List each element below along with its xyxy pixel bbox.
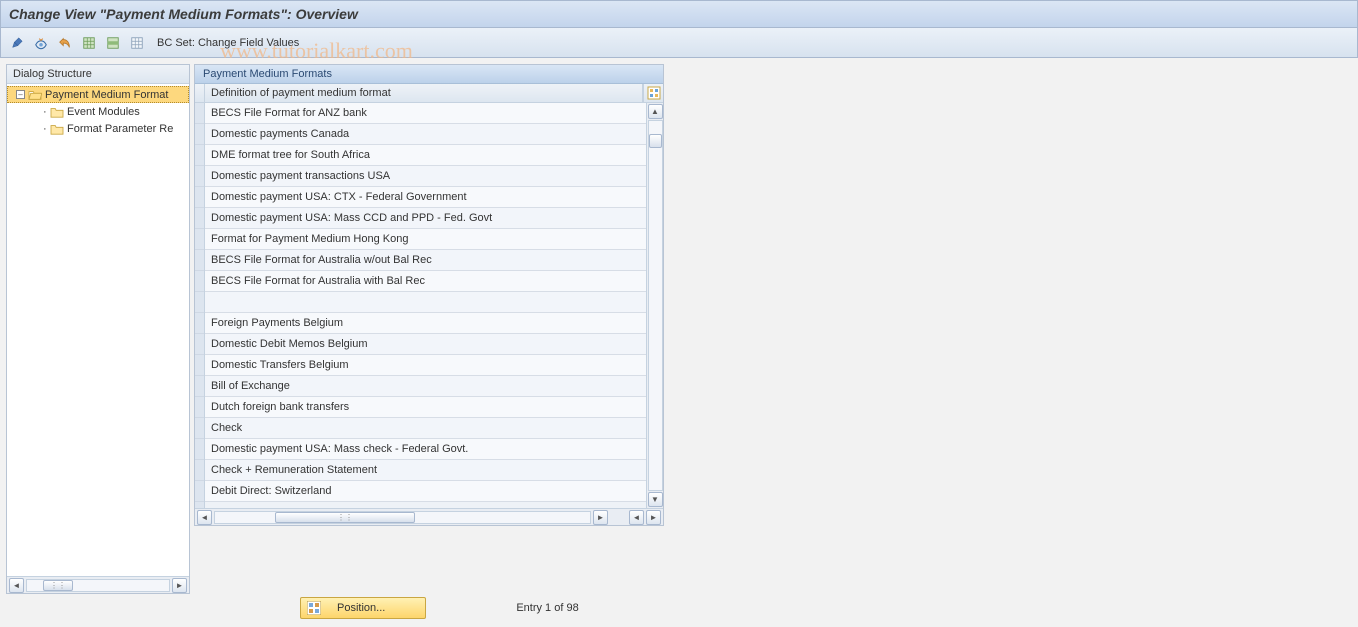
toolbar: BC Set: Change Field Values <box>0 28 1358 58</box>
open-folder-icon <box>28 89 42 101</box>
undo-button[interactable] <box>55 33 75 53</box>
row-header[interactable] <box>195 334 204 355</box>
table-horizontal-scrollbar[interactable]: ◄ ⋮⋮ ► ◄ ► <box>195 508 663 525</box>
row-header[interactable] <box>195 397 204 418</box>
scroll-thumb[interactable] <box>649 134 662 148</box>
select-all-button[interactable] <box>79 33 99 53</box>
scroll-right-icon[interactable]: ► <box>593 510 608 525</box>
table-row[interactable]: Dutch foreign bank transfers <box>205 397 646 418</box>
tree-horizontal-scrollbar[interactable]: ◄ ⋮⋮ ► <box>7 576 189 593</box>
tree-node-label: Event Modules <box>67 106 140 118</box>
scroll-track[interactable] <box>648 120 663 491</box>
folder-icon <box>50 106 64 118</box>
row-header[interactable] <box>195 187 204 208</box>
column-header-definition[interactable]: Definition of payment medium format <box>205 84 643 102</box>
table-row[interactable]: Domestic payment USA: CTX - Federal Gove… <box>205 187 646 208</box>
row-header[interactable] <box>195 124 204 145</box>
row-header[interactable] <box>195 250 204 271</box>
other-entry-button[interactable] <box>31 33 51 53</box>
row-header[interactable] <box>195 460 204 481</box>
table-row[interactable]: Check <box>205 418 646 439</box>
row-header[interactable] <box>195 271 204 292</box>
table-row[interactable]: Domestic Transfers Belgium <box>205 355 646 376</box>
position-icon <box>307 601 321 615</box>
table-settings-button[interactable] <box>643 84 663 102</box>
folder-icon <box>50 123 64 135</box>
row-header[interactable] <box>195 355 204 376</box>
scroll-right-icon[interactable]: ► <box>646 510 661 525</box>
row-header[interactable] <box>195 313 204 334</box>
footer-bar: Position... Entry 1 of 98 <box>300 597 579 619</box>
table-row[interactable]: DME format tree for South Africa <box>205 145 646 166</box>
table-row[interactable]: Domestic payment transactions USA <box>205 166 646 187</box>
titlebar: Change View "Payment Medium Formats": Ov… <box>0 0 1358 28</box>
row-header[interactable] <box>195 229 204 250</box>
row-header[interactable] <box>195 376 204 397</box>
toggle-display-change-button[interactable] <box>7 33 27 53</box>
table-vertical-scrollbar[interactable]: ▲ ▼ <box>646 103 663 508</box>
scroll-track[interactable]: ⋮⋮ <box>214 511 591 524</box>
entry-counter: Entry 1 of 98 <box>516 602 578 614</box>
scroll-track[interactable]: ⋮⋮ <box>26 579 170 592</box>
table-row[interactable]: Debit Direct: Switzerland <box>205 481 646 502</box>
tree-node-payment-medium-format[interactable]: – Payment Medium Format <box>7 86 189 103</box>
table-rows: BECS File Format for ANZ bankDomestic pa… <box>205 103 646 508</box>
select-block-button[interactable] <box>103 33 123 53</box>
tree-node-label: Payment Medium Format <box>45 89 168 101</box>
scroll-down-icon[interactable]: ▼ <box>648 492 663 507</box>
table-row[interactable]: BECS File Format for Australia with Bal … <box>205 271 646 292</box>
row-header[interactable] <box>195 292 204 313</box>
row-header[interactable] <box>195 166 204 187</box>
row-header[interactable] <box>195 439 204 460</box>
table-row[interactable]: Domestic Debit Memos Belgium <box>205 334 646 355</box>
tree-node-label: Format Parameter Re <box>67 123 173 135</box>
bcset-button[interactable]: BC Set: Change Field Values <box>157 37 299 49</box>
row-header-column <box>195 103 205 508</box>
table-row[interactable]: Domestic payment USA: Mass check - Feder… <box>205 439 646 460</box>
payment-formats-table: Payment Medium Formats Definition of pay… <box>194 64 664 526</box>
dialog-structure-panel: Dialog Structure – Payment Medium Format… <box>6 64 190 594</box>
tree-node-event-modules[interactable]: · Event Modules <box>7 103 189 120</box>
scroll-up-icon[interactable]: ▲ <box>648 104 663 119</box>
row-header[interactable] <box>195 208 204 229</box>
table-row[interactable] <box>205 292 646 313</box>
table-row[interactable]: Foreign Payments Belgium <box>205 313 646 334</box>
scroll-thumb[interactable]: ⋮⋮ <box>275 512 415 523</box>
position-label: Position... <box>337 602 385 614</box>
tree-body: – Payment Medium Format · Event Modules … <box>7 84 189 576</box>
scroll-right-icon[interactable]: ► <box>172 578 187 593</box>
table-body: BECS File Format for ANZ bankDomestic pa… <box>195 103 663 508</box>
row-header[interactable] <box>195 481 204 502</box>
table-row[interactable]: BECS File Format for Australia w/out Bal… <box>205 250 646 271</box>
table-title: Payment Medium Formats <box>195 65 663 84</box>
table-row[interactable]: Bill of Exchange <box>205 376 646 397</box>
table-row[interactable]: Domestic payment USA: Mass CCD and PPD -… <box>205 208 646 229</box>
row-header[interactable] <box>195 418 204 439</box>
position-button[interactable]: Position... <box>300 597 426 619</box>
tree-node-format-parameter[interactable]: · Format Parameter Re <box>7 120 189 137</box>
main-area: Dialog Structure – Payment Medium Format… <box>0 58 1358 594</box>
deselect-all-button[interactable] <box>127 33 147 53</box>
table-row[interactable]: Domestic payments Canada <box>205 124 646 145</box>
scroll-left-icon[interactable]: ◄ <box>197 510 212 525</box>
collapse-icon[interactable]: – <box>16 90 25 99</box>
scroll-thumb[interactable]: ⋮⋮ <box>43 580 73 591</box>
tree-header: Dialog Structure <box>7 65 189 84</box>
scroll-left-icon[interactable]: ◄ <box>629 510 644 525</box>
scroll-left-icon[interactable]: ◄ <box>9 578 24 593</box>
table-column-header-row: Definition of payment medium format <box>195 84 663 103</box>
table-row[interactable]: BECS File Format for ANZ bank <box>205 103 646 124</box>
row-header[interactable] <box>195 145 204 166</box>
table-row[interactable]: Check + Remuneration Statement <box>205 460 646 481</box>
table-row[interactable]: Format for Payment Medium Hong Kong <box>205 229 646 250</box>
page-title: Change View "Payment Medium Formats": Ov… <box>9 6 358 22</box>
row-header[interactable] <box>195 103 204 124</box>
